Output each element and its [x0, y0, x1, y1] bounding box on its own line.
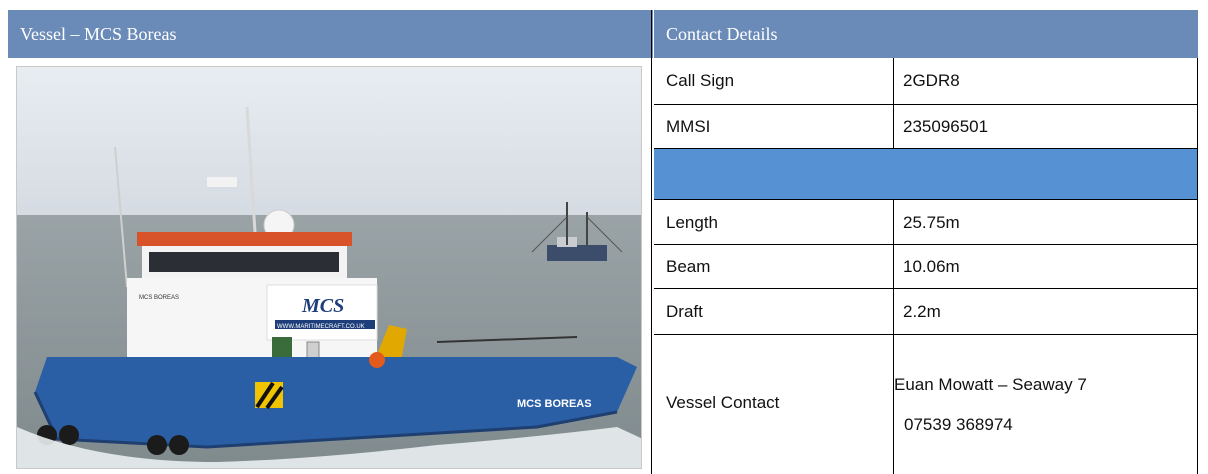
row-mmsi: MMSI 235096501 [654, 105, 1198, 149]
beam-label: Beam [666, 257, 711, 276]
row-divider [893, 200, 894, 244]
hazard-stripes [255, 381, 284, 410]
column-divider [651, 10, 652, 474]
vessel-header: Vessel – MCS Boreas [8, 10, 653, 58]
call-sign-label: Call Sign [666, 71, 735, 90]
contact-name: Euan Mowatt – Seaway 7 [894, 375, 1087, 394]
stern-name: MCS BOREAS [139, 295, 179, 301]
draft-value: 2.2m [903, 302, 941, 321]
mmsi-label: MMSI [666, 117, 711, 136]
row-divider [893, 335, 894, 474]
mcs-logo: MCS [301, 295, 344, 317]
contact-header: Contact Details [654, 10, 1198, 58]
row-length: Length 25.75m [654, 200, 1198, 245]
vessel-photo-svg: MCS WWW.MARITIMECRAFT.CO.UK MCS BOREAS M… [17, 67, 641, 468]
website-text: WWW.MARITIMECRAFT.CO.UK [277, 324, 365, 330]
beam-value: 10.06m [903, 257, 960, 276]
row-draft: Draft 2.2m [654, 289, 1198, 335]
hull-name: MCS BOREAS [517, 398, 592, 410]
row-vessel-contact: Vessel Contact Euan Mowatt – Seaway 7 07… [654, 335, 1198, 474]
vessel-photo: MCS WWW.MARITIMECRAFT.CO.UK MCS BOREAS M… [16, 66, 642, 469]
table-right-border [1197, 58, 1198, 474]
sky [17, 67, 641, 217]
row-divider [893, 58, 894, 104]
mmsi-value: 235096501 [903, 117, 989, 136]
vessel-contact-label: Vessel Contact [666, 393, 780, 412]
length-value: 25.75m [903, 213, 960, 232]
draft-label: Draft [666, 302, 703, 321]
orange-buoy [369, 352, 385, 368]
vessel-info-sheet: Vessel – MCS Boreas Contact Details MCS … [8, 10, 1198, 474]
wheelhouse-roof [137, 232, 352, 246]
row-divider [893, 105, 894, 148]
row-call-sign: Call Sign 2GDR8 [654, 58, 1198, 105]
contact-phone: 07539 368974 [904, 415, 1013, 434]
radar-bar [207, 177, 237, 187]
wheelhouse-windows [149, 252, 339, 272]
separator-row [654, 149, 1198, 200]
row-beam: Beam 10.06m [654, 245, 1198, 289]
length-label: Length [666, 213, 718, 232]
row-divider [893, 245, 894, 288]
call-sign-value: 2GDR8 [903, 71, 960, 90]
row-divider [893, 289, 894, 334]
